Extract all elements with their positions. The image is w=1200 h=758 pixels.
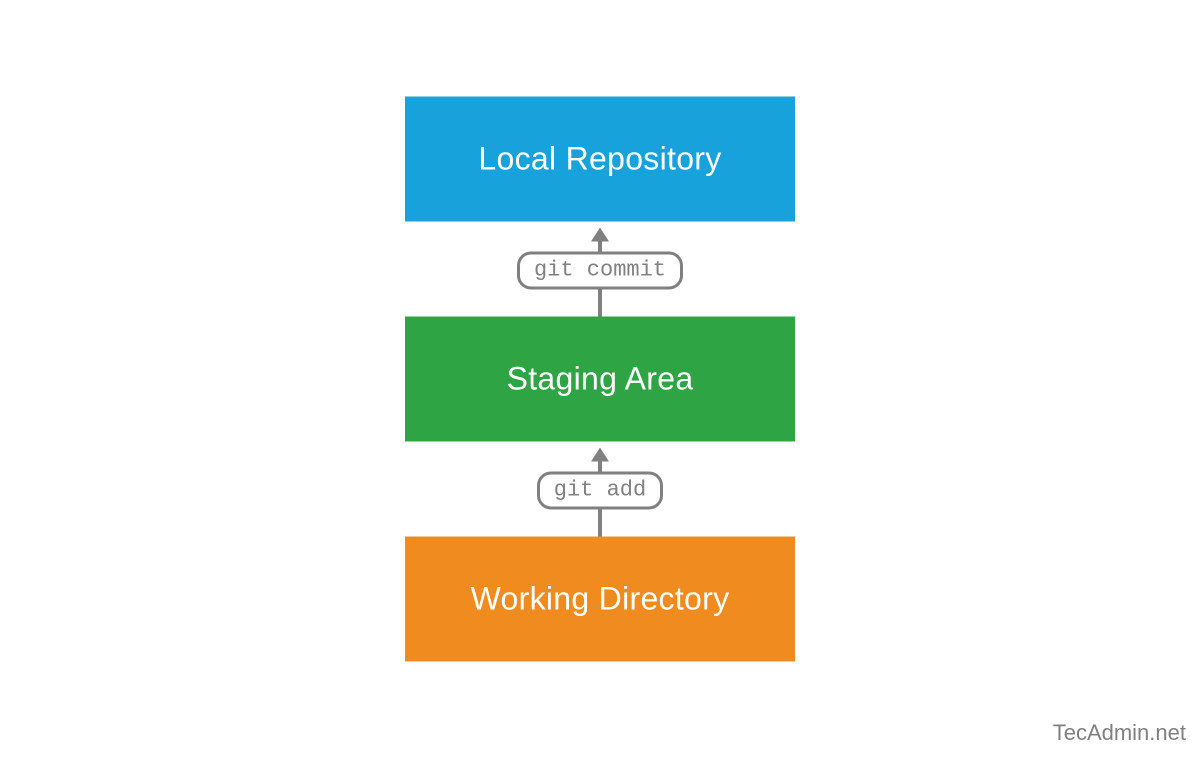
- arrow-up-icon: [591, 448, 609, 462]
- arrow-stem: [598, 242, 602, 252]
- arrow-up-icon: [591, 228, 609, 242]
- arrow-stem: [598, 462, 602, 472]
- attribution-text: TecAdmin.net: [1053, 720, 1186, 746]
- git-stage-diagram: Local Repository git commit Staging Area…: [405, 97, 795, 662]
- working-directory-box: Working Directory: [405, 537, 795, 662]
- add-arrow: git add: [537, 442, 663, 537]
- arrow-stem: [598, 290, 602, 317]
- git-commit-label: git commit: [517, 252, 683, 290]
- commit-arrow: git commit: [517, 222, 683, 317]
- arrow-stem: [598, 510, 602, 537]
- git-add-label: git add: [537, 472, 663, 510]
- staging-area-box: Staging Area: [405, 317, 795, 442]
- local-repository-box: Local Repository: [405, 97, 795, 222]
